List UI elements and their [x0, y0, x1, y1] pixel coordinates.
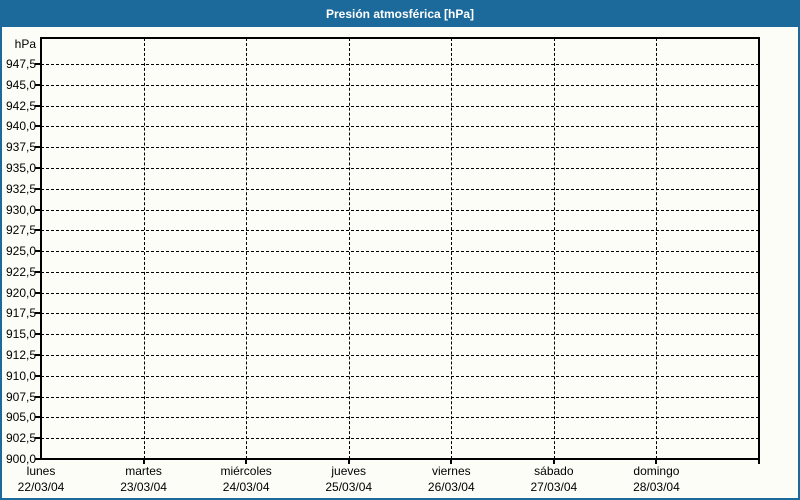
h-gridline — [41, 313, 759, 315]
h-gridline — [41, 355, 759, 357]
y-axis-tick — [35, 291, 40, 294]
x-day-label: domingo — [633, 464, 680, 478]
y-tick-label: 907,5 — [5, 389, 36, 404]
x-date-label: 28/03/04 — [633, 480, 680, 494]
h-gridline — [41, 126, 759, 128]
y-tick-label: 917,5 — [5, 306, 36, 321]
y-tick-label: 935,0 — [5, 160, 36, 175]
h-gridline — [41, 209, 759, 211]
y-axis-tick — [35, 63, 40, 65]
h-gridline — [41, 396, 759, 398]
h-gridline — [41, 417, 759, 419]
y-axis-tick — [35, 250, 40, 253]
y-tick-label: 942,5 — [5, 98, 36, 113]
y-axis-tick — [35, 187, 40, 190]
y-axis-tick — [35, 333, 40, 336]
y-tick-label: 910,0 — [5, 368, 36, 383]
y-axis-tick — [35, 354, 40, 357]
h-gridline — [41, 105, 759, 107]
h-gridline — [41, 375, 759, 377]
h-gridline — [41, 188, 759, 190]
y-axis-tick — [35, 312, 40, 315]
y-axis-tick — [35, 146, 40, 149]
h-gridline — [41, 438, 759, 440]
y-axis-tick — [35, 416, 40, 419]
v-gridline — [553, 38, 555, 459]
h-gridline — [41, 84, 759, 86]
x-axis-tick — [758, 460, 760, 464]
y-axis-tick — [35, 437, 40, 440]
h-gridline — [41, 147, 759, 149]
y-tick-label: 940,0 — [5, 119, 36, 134]
x-axis-tick — [552, 460, 555, 464]
y-axis-tick — [35, 229, 40, 232]
y-tick-label: 915,0 — [5, 327, 36, 342]
y-tick-label: 945,0 — [5, 77, 36, 92]
h-gridline — [41, 292, 759, 294]
v-gridline — [451, 38, 453, 459]
v-gridline — [656, 38, 658, 459]
y-tick-label: 927,5 — [5, 223, 36, 238]
v-gridline — [246, 38, 248, 459]
y-tick-label: 925,0 — [5, 244, 36, 259]
v-gridline — [348, 38, 350, 459]
y-axis-tick — [35, 374, 40, 377]
y-tick-label: 902,5 — [5, 431, 36, 446]
y-tick-label: 912,5 — [5, 348, 36, 363]
y-tick-label: 920,0 — [5, 285, 36, 300]
y-axis-tick — [35, 395, 40, 398]
x-axis-tick — [450, 460, 453, 464]
h-gridline — [41, 334, 759, 336]
y-tick-label: 922,5 — [5, 264, 36, 279]
y-axis-tick — [35, 104, 40, 107]
h-gridline — [41, 167, 759, 169]
v-gridline — [143, 38, 145, 459]
y-tick-label: 930,0 — [5, 202, 36, 217]
h-gridline — [41, 271, 759, 273]
h-gridline — [41, 251, 759, 253]
y-tick-label: 947,5 — [5, 57, 36, 71]
y-axis-tick — [35, 166, 40, 169]
y-axis-tick — [35, 270, 40, 273]
y-tick-label: 932,5 — [5, 181, 36, 196]
y-axis-tick — [35, 83, 40, 86]
h-gridline — [41, 230, 759, 232]
axis-layer: 947,5 945,0 942,5 940,0 937,5 935,0 932,5 930,0… — [2, 2, 798, 498]
y-tick-label: 905,0 — [5, 410, 36, 425]
x-axis-tick — [142, 460, 145, 464]
x-axis-tick — [655, 460, 658, 464]
pressure-chart-window: Presión atmosférica [hPa] hPa 947,5 945,0… — [0, 0, 800, 500]
x-axis-tick — [245, 460, 248, 464]
y-axis-tick — [35, 458, 40, 460]
y-axis-tick — [35, 208, 40, 211]
x-axis-tick — [347, 460, 350, 464]
y-axis-tick — [35, 125, 40, 128]
y-tick-label: 937,5 — [5, 140, 36, 155]
h-gridline — [41, 64, 759, 65]
